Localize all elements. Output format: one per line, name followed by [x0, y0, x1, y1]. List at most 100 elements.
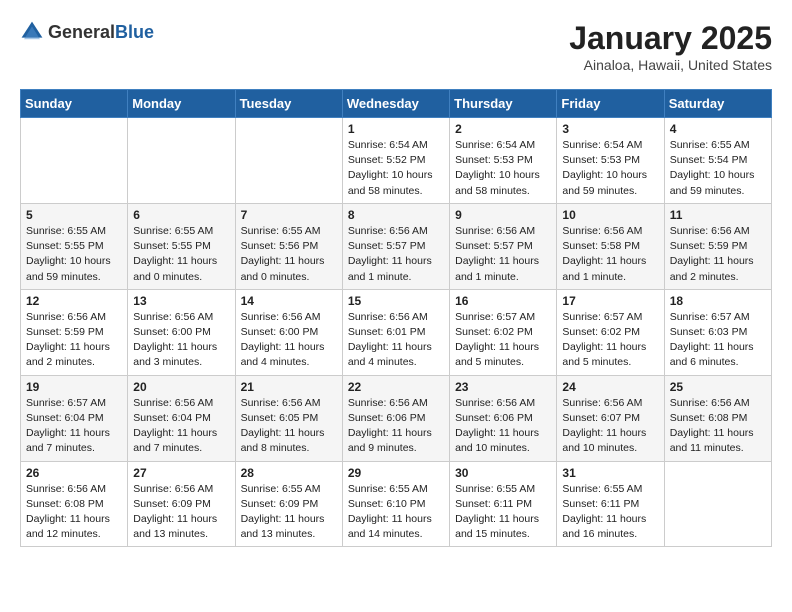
calendar-cell: 28Sunrise: 6:55 AMSunset: 6:09 PMDayligh… [235, 461, 342, 547]
calendar-cell [235, 118, 342, 204]
calendar-cell: 15Sunrise: 6:56 AMSunset: 6:01 PMDayligh… [342, 289, 449, 375]
weekday-header: Monday [128, 90, 235, 118]
calendar-cell: 23 Sunrise: 6:56 AMSunset: 6:06 PMDayligh… [450, 375, 557, 461]
calendar-cell: 25Sunrise: 6:56 AMSunset: 6:08 PMDayligh… [664, 375, 771, 461]
calendar-cell: 9 Sunrise: 6:56 AMSunset: 5:57 PMDaylight… [450, 203, 557, 289]
calendar-cell: 22 Sunrise: 6:56 AMSunset: 6:06 PMDayligh… [342, 375, 449, 461]
calendar-cell [128, 118, 235, 204]
day-number: 17 [562, 294, 658, 308]
calendar-week-row: 26 Sunrise: 6:56 AMSunset: 6:08 PMDayligh… [21, 461, 772, 547]
day-info: Sunrise: 6:56 AMSunset: 5:59 PMDaylight:… [26, 310, 122, 371]
day-info: Sunrise: 6:56 AMSunset: 6:08 PMDaylight:… [26, 482, 122, 543]
month-title: January 2025 [569, 20, 772, 57]
day-number: 10 [562, 208, 658, 222]
day-number: 18 [670, 294, 766, 308]
calendar-cell: 20 Sunrise: 6:56 AMSunset: 6:04 PMDayligh… [128, 375, 235, 461]
day-number: 28 [241, 466, 337, 480]
day-number: 3 [562, 122, 658, 136]
weekday-header: Thursday [450, 90, 557, 118]
calendar-cell: 4Sunrise: 6:55 AMSunset: 5:54 PMDaylight… [664, 118, 771, 204]
calendar-week-row: 1Sunrise: 6:54 AMSunset: 5:52 PMDaylight… [21, 118, 772, 204]
day-number: 30 [455, 466, 551, 480]
day-number: 21 [241, 380, 337, 394]
day-info: Sunrise: 6:56 AMSunset: 5:57 PMDaylight:… [455, 224, 551, 285]
page-header: GeneralBlue January 2025 Ainaloa, Hawaii… [20, 20, 772, 73]
calendar-cell [21, 118, 128, 204]
day-number: 15 [348, 294, 444, 308]
day-info: Sunrise: 6:54 AMSunset: 5:52 PMDaylight:… [348, 138, 444, 199]
day-info: Sunrise: 6:56 AMSunset: 6:09 PMDaylight:… [133, 482, 229, 543]
logo-blue-text: Blue [115, 22, 154, 42]
calendar-cell: 21 Sunrise: 6:56 AMSunset: 6:05 PMDayligh… [235, 375, 342, 461]
day-info: Sunrise: 6:57 AMSunset: 6:03 PMDaylight:… [670, 310, 766, 371]
calendar-cell: 3 Sunrise: 6:54 AMSunset: 5:53 PMDaylight… [557, 118, 664, 204]
day-info: Sunrise: 6:56 AMSunset: 6:08 PMDaylight:… [670, 396, 766, 457]
day-number: 29 [348, 466, 444, 480]
calendar-cell: 29 Sunrise: 6:55 AMSunset: 6:10 PMDayligh… [342, 461, 449, 547]
day-info: Sunrise: 6:56 AMSunset: 6:05 PMDaylight:… [241, 396, 337, 457]
calendar-cell: 31 Sunrise: 6:55 AMSunset: 6:11 PMDayligh… [557, 461, 664, 547]
day-number: 2 [455, 122, 551, 136]
calendar-week-row: 5 Sunrise: 6:55 AMSunset: 5:55 PMDaylight… [21, 203, 772, 289]
day-number: 20 [133, 380, 229, 394]
day-number: 4 [670, 122, 766, 136]
day-number: 22 [348, 380, 444, 394]
calendar-cell: 16Sunrise: 6:57 AMSunset: 6:02 PMDayligh… [450, 289, 557, 375]
day-info: Sunrise: 6:54 AMSunset: 5:53 PMDaylight:… [455, 138, 551, 199]
day-number: 5 [26, 208, 122, 222]
weekday-header-row: SundayMondayTuesdayWednesdayThursdayFrid… [21, 90, 772, 118]
calendar-cell: 7 Sunrise: 6:55 AMSunset: 5:56 PMDaylight… [235, 203, 342, 289]
day-number: 23 [455, 380, 551, 394]
day-info: Sunrise: 6:55 AMSunset: 5:55 PMDaylight:… [26, 224, 122, 285]
day-number: 11 [670, 208, 766, 222]
day-info: Sunrise: 6:56 AMSunset: 6:00 PMDaylight:… [133, 310, 229, 371]
day-info: Sunrise: 6:56 AMSunset: 6:00 PMDaylight:… [241, 310, 337, 371]
weekday-header: Sunday [21, 90, 128, 118]
day-number: 27 [133, 466, 229, 480]
day-info: Sunrise: 6:57 AMSunset: 6:02 PMDaylight:… [562, 310, 658, 371]
day-info: Sunrise: 6:55 AMSunset: 6:10 PMDaylight:… [348, 482, 444, 543]
day-info: Sunrise: 6:56 AMSunset: 6:04 PMDaylight:… [133, 396, 229, 457]
day-number: 13 [133, 294, 229, 308]
calendar-cell: 24 Sunrise: 6:56 AMSunset: 6:07 PMDayligh… [557, 375, 664, 461]
calendar-week-row: 12Sunrise: 6:56 AMSunset: 5:59 PMDayligh… [21, 289, 772, 375]
calendar-cell: 6Sunrise: 6:55 AMSunset: 5:55 PMDaylight… [128, 203, 235, 289]
calendar-cell: 2 Sunrise: 6:54 AMSunset: 5:53 PMDaylight… [450, 118, 557, 204]
day-info: Sunrise: 6:56 AMSunset: 5:58 PMDaylight:… [562, 224, 658, 285]
day-number: 9 [455, 208, 551, 222]
day-info: Sunrise: 6:56 AMSunset: 6:06 PMDaylight:… [455, 396, 551, 457]
weekday-header: Tuesday [235, 90, 342, 118]
day-number: 14 [241, 294, 337, 308]
calendar-cell: 10 Sunrise: 6:56 AMSunset: 5:58 PMDayligh… [557, 203, 664, 289]
day-number: 24 [562, 380, 658, 394]
day-info: Sunrise: 6:57 AMSunset: 6:02 PMDaylight:… [455, 310, 551, 371]
day-number: 6 [133, 208, 229, 222]
location-title: Ainaloa, Hawaii, United States [569, 57, 772, 73]
day-info: Sunrise: 6:57 AMSunset: 6:04 PMDaylight:… [26, 396, 122, 457]
calendar-cell: 14 Sunrise: 6:56 AMSunset: 6:00 PMDayligh… [235, 289, 342, 375]
weekday-header: Wednesday [342, 90, 449, 118]
weekday-header: Saturday [664, 90, 771, 118]
day-number: 31 [562, 466, 658, 480]
day-info: Sunrise: 6:55 AMSunset: 5:56 PMDaylight:… [241, 224, 337, 285]
calendar-cell: 17 Sunrise: 6:57 AMSunset: 6:02 PMDayligh… [557, 289, 664, 375]
calendar-cell: 13 Sunrise: 6:56 AMSunset: 6:00 PMDayligh… [128, 289, 235, 375]
calendar-cell: 19 Sunrise: 6:57 AMSunset: 6:04 PMDayligh… [21, 375, 128, 461]
day-info: Sunrise: 6:56 AMSunset: 6:06 PMDaylight:… [348, 396, 444, 457]
day-number: 7 [241, 208, 337, 222]
calendar-cell: 11 Sunrise: 6:56 AMSunset: 5:59 PMDayligh… [664, 203, 771, 289]
day-info: Sunrise: 6:55 AMSunset: 6:11 PMDaylight:… [455, 482, 551, 543]
calendar-table: SundayMondayTuesdayWednesdayThursdayFrid… [20, 89, 772, 547]
day-info: Sunrise: 6:56 AMSunset: 5:59 PMDaylight:… [670, 224, 766, 285]
day-info: Sunrise: 6:56 AMSunset: 6:07 PMDaylight:… [562, 396, 658, 457]
calendar-cell: 1Sunrise: 6:54 AMSunset: 5:52 PMDaylight… [342, 118, 449, 204]
day-info: Sunrise: 6:54 AMSunset: 5:53 PMDaylight:… [562, 138, 658, 199]
title-block: January 2025 Ainaloa, Hawaii, United Sta… [569, 20, 772, 73]
day-info: Sunrise: 6:56 AMSunset: 5:57 PMDaylight:… [348, 224, 444, 285]
calendar-week-row: 19 Sunrise: 6:57 AMSunset: 6:04 PMDayligh… [21, 375, 772, 461]
day-number: 26 [26, 466, 122, 480]
day-info: Sunrise: 6:55 AMSunset: 6:11 PMDaylight:… [562, 482, 658, 543]
calendar-cell [664, 461, 771, 547]
day-number: 19 [26, 380, 122, 394]
day-number: 8 [348, 208, 444, 222]
